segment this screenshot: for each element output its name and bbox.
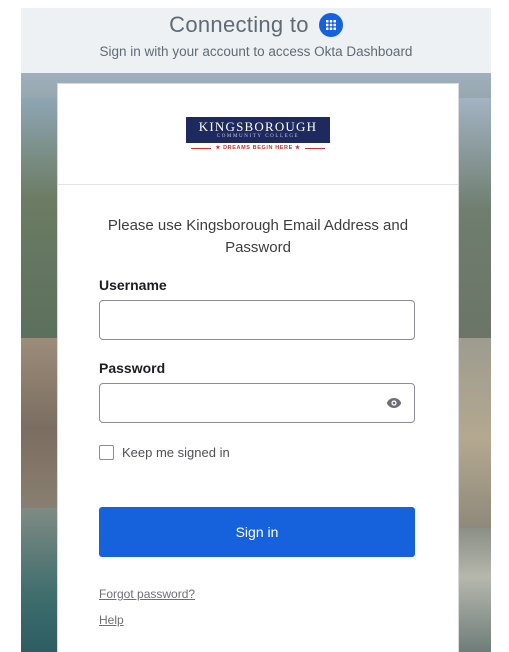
login-form: Please use Kingsborough Email Address an… <box>58 215 458 627</box>
eye-icon[interactable] <box>386 397 402 409</box>
help-link[interactable]: Help <box>99 613 417 627</box>
tagline-rule <box>191 147 212 149</box>
okta-dashboard-icon <box>318 13 343 37</box>
remember-me-row[interactable]: Keep me signed in <box>99 445 417 460</box>
login-card: KINGSBOROUGH COMMUNITY COLLEGE ★ DREAMS … <box>57 83 459 652</box>
username-input[interactable] <box>99 300 415 340</box>
logo-name: KINGSBOROUGH <box>198 119 318 134</box>
background-photo <box>455 98 491 348</box>
background-photo <box>455 338 491 538</box>
connecting-header: Connecting to Sign in with your account … <box>21 8 491 73</box>
logo-banner: KINGSBOROUGH COMMUNITY COLLEGE <box>186 117 330 143</box>
remember-me-checkbox[interactable] <box>99 445 114 460</box>
logo-tagline-row: ★ DREAMS BEGIN HERE ★ <box>191 145 325 151</box>
connecting-subtitle: Sign in with your account to access Okta… <box>99 44 413 59</box>
remember-me-label[interactable]: Keep me signed in <box>122 445 230 460</box>
connecting-title: Connecting to <box>169 12 309 37</box>
background-photo <box>21 338 61 518</box>
help-links: Forgot password? Help <box>99 587 417 627</box>
sign-in-button[interactable]: Sign in <box>99 507 415 557</box>
forgot-password-link[interactable]: Forgot password? <box>99 587 417 601</box>
password-input[interactable] <box>99 383 415 423</box>
logo-subtitle: COMMUNITY COLLEGE <box>216 134 300 139</box>
connecting-title-row: Connecting to <box>21 12 491 38</box>
background-photo <box>21 508 61 652</box>
background-photo <box>455 528 491 652</box>
login-instruction: Please use Kingsborough Email Address an… <box>107 217 409 256</box>
login-frame: Connecting to Sign in with your account … <box>21 8 491 652</box>
username-label: Username <box>99 277 167 293</box>
logo-tagline: ★ DREAMS BEGIN HERE ★ <box>215 145 301 151</box>
background-photo <box>21 98 61 348</box>
password-label: Password <box>99 360 166 376</box>
card-header: KINGSBOROUGH COMMUNITY COLLEGE ★ DREAMS … <box>58 84 458 185</box>
tagline-rule <box>304 147 325 149</box>
kingsborough-logo: KINGSBOROUGH COMMUNITY COLLEGE ★ DREAMS … <box>186 117 330 151</box>
